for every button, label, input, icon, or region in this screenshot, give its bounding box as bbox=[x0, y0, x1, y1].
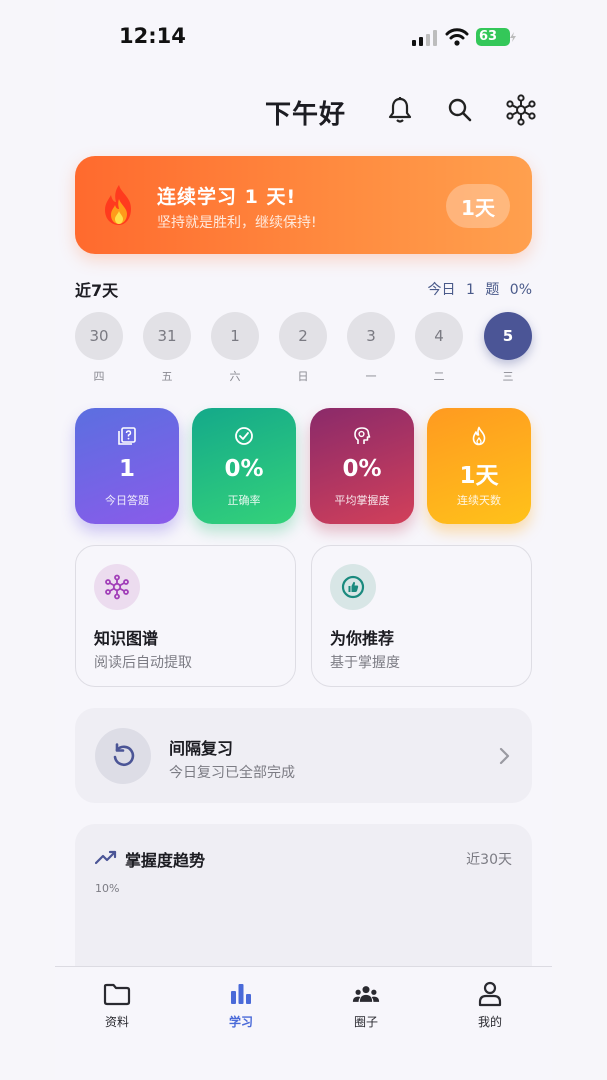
search-icon[interactable] bbox=[444, 94, 476, 126]
day-date: 30 bbox=[75, 312, 123, 360]
bar-chart-icon bbox=[231, 984, 251, 1004]
knowledge-graph-icon[interactable] bbox=[505, 94, 537, 126]
wifi-icon bbox=[445, 28, 469, 46]
trending-up-icon bbox=[95, 850, 117, 865]
recommendation-card[interactable]: 为你推荐 基于掌握度 bbox=[311, 545, 532, 687]
app-screen: 12:14 63 下午好 连续学习 1 天! 坚持就是胜利，继续保持! 1天 近… bbox=[55, 0, 552, 1080]
day-weekday: 三 bbox=[502, 370, 514, 383]
stat-card-mastery[interactable]: 0% 平均掌握度 bbox=[310, 408, 414, 524]
trend-title: 掌握度趋势 bbox=[125, 851, 206, 870]
day-weekday: 五 bbox=[161, 370, 173, 383]
streak-title: 连续学习 1 天! bbox=[157, 186, 297, 208]
feature-title: 为你推荐 bbox=[330, 629, 395, 648]
feature-title: 知识图谱 bbox=[94, 629, 159, 648]
spaced-review-row[interactable]: 间隔复习 今日复习已全部完成 bbox=[75, 708, 532, 803]
feature-subtitle: 基于掌握度 bbox=[330, 655, 400, 671]
review-title: 间隔复习 bbox=[169, 739, 234, 758]
streak-subtitle: 坚持就是胜利，继续保持! bbox=[157, 215, 317, 231]
tab-circles[interactable]: 圈子 bbox=[326, 981, 406, 1030]
page-title: 下午好 bbox=[265, 100, 347, 130]
stat-label: 平均掌握度 bbox=[334, 494, 390, 507]
week-section-label: 近7天 bbox=[75, 281, 119, 300]
day-item[interactable]: 2日 bbox=[279, 312, 327, 384]
battery-level: 63 bbox=[479, 29, 498, 44]
notification-bell-icon[interactable] bbox=[384, 94, 416, 126]
graph-network-icon bbox=[94, 564, 140, 610]
review-subtitle: 今日复习已全部完成 bbox=[169, 765, 295, 781]
feature-subtitle: 阅读后自动提取 bbox=[94, 655, 192, 671]
day-item[interactable]: 4二 bbox=[415, 312, 463, 384]
day-weekday: 日 bbox=[297, 370, 309, 383]
person-icon bbox=[478, 981, 502, 1007]
bottom-tab-bar: 资料 学习 圈子 我的 bbox=[55, 966, 552, 1080]
battery-charging-icon bbox=[510, 32, 516, 42]
check-circle-icon bbox=[235, 427, 253, 445]
day-date: 2 bbox=[279, 312, 327, 360]
stat-label: 今日答题 bbox=[105, 494, 149, 507]
battery-icon: 63 bbox=[476, 28, 510, 46]
stat-card-accuracy[interactable]: 0% 正确率 bbox=[192, 408, 296, 524]
flame-icon bbox=[472, 426, 486, 446]
day-date: 31 bbox=[143, 312, 191, 360]
thumbs-up-icon bbox=[330, 564, 376, 610]
trend-y-tick: 10% bbox=[95, 882, 120, 895]
stat-value: 0% bbox=[224, 456, 264, 482]
trend-range[interactable]: 近30天 bbox=[466, 849, 512, 869]
chevron-right-icon bbox=[499, 747, 510, 765]
tab-study[interactable]: 学习 bbox=[201, 981, 281, 1030]
day-item[interactable]: 3一 bbox=[347, 312, 395, 384]
day-date: 4 bbox=[415, 312, 463, 360]
group-icon bbox=[352, 986, 380, 1002]
streak-days-pill: 1天 bbox=[446, 184, 510, 228]
status-time: 12:14 bbox=[119, 24, 186, 48]
day-date: 5 bbox=[484, 312, 532, 360]
today-count: 1 题 bbox=[465, 282, 500, 298]
today-label: 今日 bbox=[427, 282, 456, 298]
stat-label: 正确率 bbox=[227, 494, 261, 507]
today-percent: 0% bbox=[509, 282, 532, 298]
day-weekday: 一 bbox=[365, 370, 377, 383]
day-item[interactable]: 30 四 bbox=[75, 312, 123, 384]
day-weekday: 六 bbox=[229, 370, 241, 383]
today-summary: 今日 1 题 0% bbox=[428, 279, 532, 299]
status-bar: 12:14 63 bbox=[55, 0, 552, 72]
tab-label: 学习 bbox=[228, 1015, 253, 1029]
stat-card-streak-days[interactable]: 1天 连续天数 bbox=[427, 408, 531, 524]
stat-card-today-answers[interactable]: 1 今日答题 bbox=[75, 408, 179, 524]
folder-icon bbox=[103, 983, 131, 1006]
knowledge-graph-card[interactable]: 知识图谱 阅读后自动提取 bbox=[75, 545, 296, 687]
tab-label: 圈子 bbox=[353, 1015, 378, 1029]
week-strip: 30 四 31 五 1六 2日 3一 4二 5三 bbox=[75, 312, 532, 392]
day-date: 1 bbox=[211, 312, 259, 360]
tab-materials[interactable]: 资料 bbox=[77, 981, 157, 1030]
day-item-today[interactable]: 5三 bbox=[484, 312, 532, 384]
day-item[interactable]: 31 五 bbox=[143, 312, 191, 384]
brain-head-icon bbox=[354, 427, 371, 444]
day-weekday: 二 bbox=[433, 370, 445, 383]
streak-banner[interactable]: 连续学习 1 天! 坚持就是胜利，继续保持! 1天 bbox=[75, 156, 532, 254]
day-date: 3 bbox=[347, 312, 395, 360]
stat-value: 1 bbox=[118, 456, 135, 482]
tab-label: 资料 bbox=[104, 1015, 129, 1029]
stat-value: 0% bbox=[342, 456, 382, 482]
tab-profile[interactable]: 我的 bbox=[450, 981, 530, 1030]
day-weekday: 四 bbox=[93, 370, 105, 383]
cellular-signal-icon bbox=[412, 30, 437, 46]
fire-emoji-icon bbox=[105, 185, 131, 225]
day-item[interactable]: 1六 bbox=[211, 312, 259, 384]
stat-value: 1天 bbox=[459, 463, 499, 489]
question-card-icon bbox=[118, 427, 136, 445]
tab-label: 我的 bbox=[477, 1015, 502, 1029]
review-refresh-icon bbox=[95, 728, 151, 784]
stat-label: 连续天数 bbox=[457, 494, 501, 507]
